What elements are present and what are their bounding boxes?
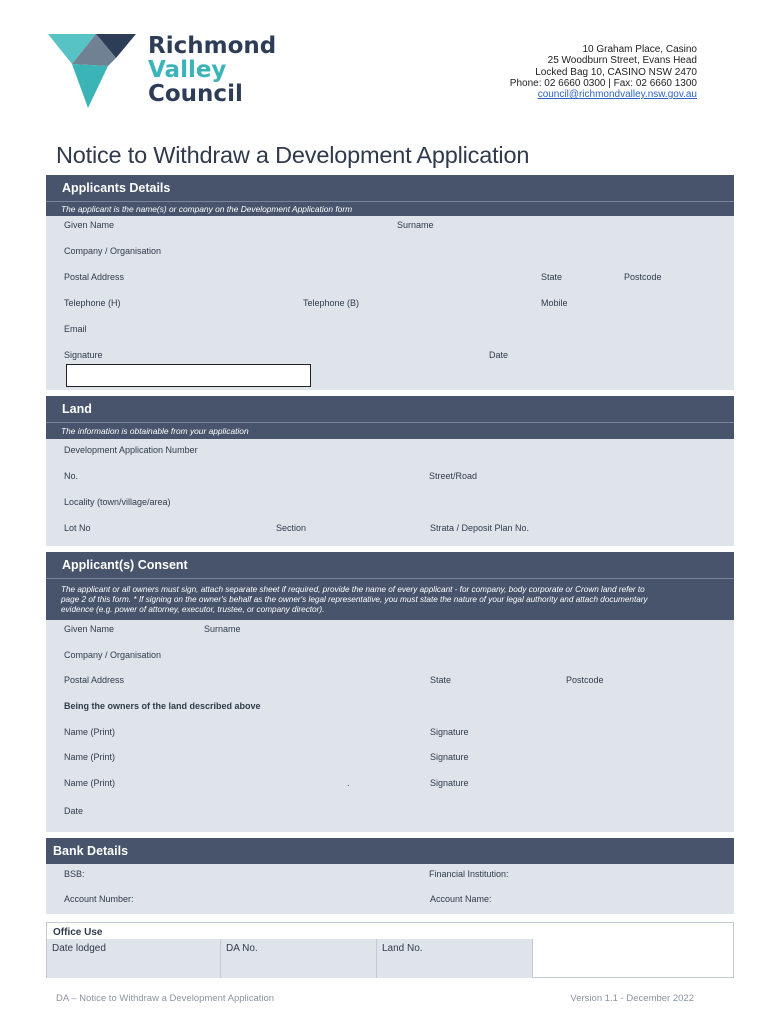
section-heading: Applicants Details (46, 175, 734, 201)
street-number-field[interactable]: No. (64, 471, 78, 481)
email-field[interactable]: Email (64, 324, 87, 334)
consent-fields: Given Name Surname Company / Organisatio… (46, 620, 734, 832)
da-number-cell[interactable]: DA No. (221, 939, 377, 978)
bsb-field[interactable]: BSB: (64, 869, 85, 879)
postcode-field[interactable]: Postcode (624, 272, 662, 282)
strata-plan-field[interactable]: Strata / Deposit Plan No. (430, 523, 529, 533)
council-address: 10 Graham Place, Casino 25 Woodburn Stre… (510, 44, 697, 100)
address-line: 25 Woodburn Street, Evans Head (547, 55, 697, 67)
land-number-label: Land No. (382, 943, 423, 954)
address-line: Locked Bag 10, CASINO NSW 2470 (535, 66, 697, 78)
date-field[interactable]: Date (489, 350, 508, 360)
date-lodged-cell[interactable]: Date lodged (47, 939, 221, 978)
da-number-label: DA No. (226, 943, 258, 954)
council-logo-mark (48, 34, 136, 108)
council-email-link[interactable]: council@richmondvalley.nsw.gov.au (510, 89, 697, 100)
telephone-home-field[interactable]: Telephone (H) (64, 298, 121, 308)
bank-fields: BSB: Financial Institution: Account Numb… (46, 864, 734, 914)
surname-field[interactable]: Surname (397, 220, 434, 230)
note-line: page 2 of this form. * If signing on the… (61, 595, 648, 604)
postal-address-field[interactable]: Postal Address (64, 272, 124, 282)
owner-signature-field[interactable]: Signature (430, 752, 469, 762)
section-heading: Bank Details (46, 838, 734, 864)
section-note: The information is obtainable from your … (46, 422, 734, 439)
da-number-field[interactable]: Development Application Number (64, 445, 198, 455)
surname-field[interactable]: Surname (204, 624, 241, 634)
owner-signature-field[interactable]: Signature (430, 727, 469, 737)
lot-number-field[interactable]: Lot No (64, 523, 91, 533)
state-field[interactable]: State (541, 272, 562, 282)
mobile-field[interactable]: Mobile (541, 298, 568, 308)
page-title: Notice to Withdraw a Development Applica… (56, 142, 530, 168)
section-note: The applicant is the name(s) or company … (46, 201, 734, 216)
office-use-box: Office Use Date lodged DA No. Land No. (46, 922, 734, 978)
note-line: evidence (e.g. power of attorney, execut… (61, 605, 325, 614)
footer-version: Version 1.1 - December 2022 (570, 993, 694, 1004)
date-lodged-label: Date lodged (52, 943, 106, 954)
consent-date-field[interactable]: Date (64, 806, 83, 816)
land-fields: Development Application Number No. Stree… (46, 439, 734, 546)
council-logo: Richmond Valley Council (48, 34, 288, 114)
section-note: The applicant or all owners must sign, a… (46, 578, 734, 620)
owner-name-field[interactable]: Name (Print) (64, 727, 115, 737)
owner-signature-field[interactable]: Signature (430, 778, 469, 788)
bank-details-section: Bank Details BSB: Financial Institution:… (46, 838, 734, 914)
section-heading: Applicant(s) Consent (46, 552, 734, 578)
section-field[interactable]: Section (276, 523, 306, 533)
given-name-field[interactable]: Given Name (64, 624, 114, 634)
street-road-field[interactable]: Street/Road (429, 471, 477, 481)
owner-name-field[interactable]: Name (Print) (64, 778, 115, 788)
phone-fax-line: Phone: 02 6660 0300 | Fax: 02 6660 1300 (509, 77, 697, 89)
postal-address-field[interactable]: Postal Address (64, 675, 124, 685)
applicants-fields: Given Name Surname Company / Organisatio… (46, 216, 734, 390)
signature-box[interactable] (66, 364, 311, 387)
company-field[interactable]: Company / Organisation (64, 246, 161, 256)
address-line: 10 Graham Place, Casino (582, 44, 697, 55)
stray-dot: . (347, 778, 350, 788)
signature-label: Signature (64, 350, 103, 360)
telephone-business-field[interactable]: Telephone (B) (303, 298, 359, 308)
footer-document-name: DA – Notice to Withdraw a Development Ap… (56, 993, 275, 1004)
logo-line-3: Council (148, 81, 243, 107)
account-name-field[interactable]: Account Name: (430, 894, 492, 904)
state-field[interactable]: State (430, 675, 451, 685)
council-logo-text: Richmond Valley Council (148, 34, 276, 106)
company-field[interactable]: Company / Organisation (64, 650, 161, 660)
account-number-field[interactable]: Account Number: (64, 894, 134, 904)
owners-statement: Being the owners of the land described a… (64, 701, 261, 711)
logo-line-1: Richmond (148, 33, 277, 59)
office-use-title: Office Use (53, 927, 103, 938)
given-name-field[interactable]: Given Name (64, 220, 114, 230)
applicants-consent-section: Applicant(s) Consent The applicant or al… (46, 552, 734, 832)
logo-line-2: Valley (148, 57, 227, 83)
note-line: The applicant or all owners must sign, a… (61, 585, 645, 594)
postcode-field[interactable]: Postcode (566, 675, 604, 685)
owner-name-field[interactable]: Name (Print) (64, 752, 115, 762)
locality-field[interactable]: Locality (town/village/area) (64, 497, 171, 507)
section-heading: Land (46, 396, 734, 422)
applicants-details-section: Applicants Details The applicant is the … (46, 175, 734, 390)
land-number-cell[interactable]: Land No. (377, 939, 533, 978)
land-section: Land The information is obtainable from … (46, 396, 734, 546)
financial-institution-field[interactable]: Financial Institution: (429, 869, 509, 879)
